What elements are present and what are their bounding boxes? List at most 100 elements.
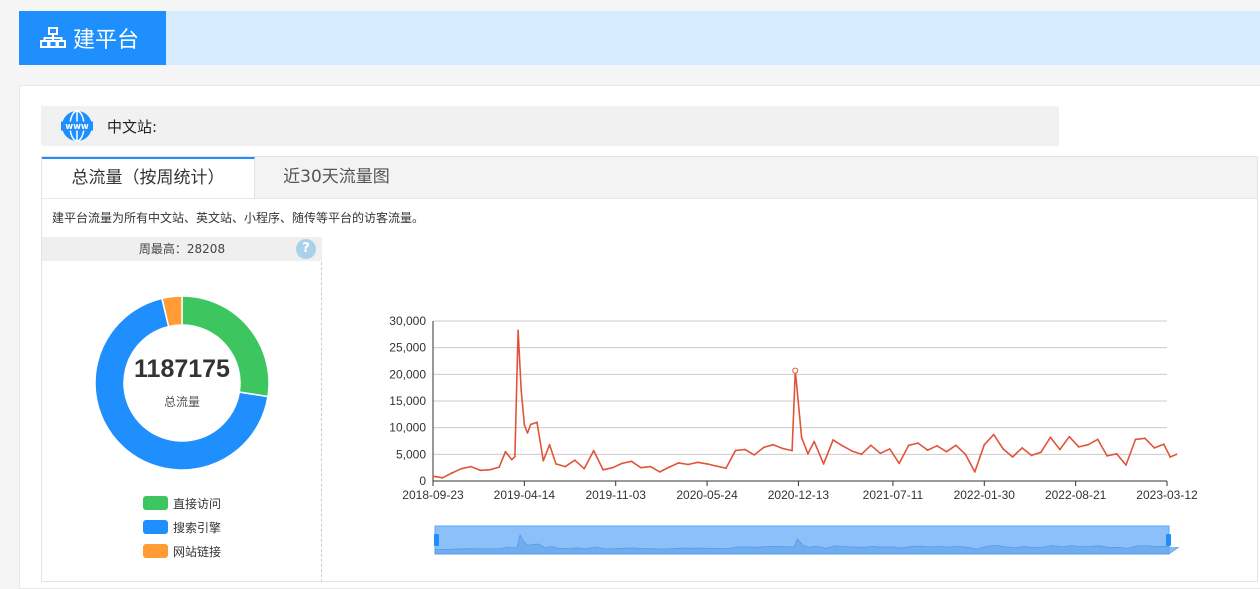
- y-tick-label: 10,000: [389, 421, 426, 435]
- data-point: [658, 471, 661, 473]
- data-point: [432, 475, 434, 478]
- data-point: [1115, 452, 1118, 455]
- data-point: [554, 463, 557, 465]
- data-point: [687, 463, 690, 466]
- data-point: [1002, 448, 1005, 450]
- data-point: [640, 466, 642, 469]
- brand-title[interactable]: 建平台: [19, 11, 166, 65]
- data-point: [907, 444, 910, 447]
- data-point: [542, 459, 545, 462]
- data-point: [488, 468, 491, 471]
- data-point: [1096, 438, 1099, 441]
- data-point: [917, 442, 920, 445]
- data-point: [860, 453, 863, 456]
- data-point: [1011, 456, 1014, 458]
- data-point: [1106, 455, 1109, 457]
- data-point: [888, 448, 891, 450]
- data-point: [734, 449, 737, 452]
- data-point: [517, 329, 519, 332]
- y-tick-label: 30,000: [389, 314, 426, 328]
- data-point: [564, 465, 567, 468]
- y-tick-label: 15,000: [389, 394, 426, 408]
- data-point: [706, 463, 708, 465]
- y-tick-label: 5,000: [396, 447, 426, 461]
- x-tick-label: 2020-05-24: [676, 488, 738, 502]
- data-point: [1040, 451, 1042, 454]
- data-point: [526, 432, 529, 434]
- site-label: 中文站:: [107, 117, 158, 136]
- data-point: [649, 465, 652, 468]
- data-point: [955, 444, 957, 447]
- data-point: [548, 443, 551, 446]
- x-tick-label: 2022-01-30: [954, 488, 1016, 502]
- tab-total-traffic[interactable]: 总流量（按周统计）: [42, 157, 255, 199]
- site-header: www 中文站:: [41, 106, 1059, 146]
- data-point: [1169, 456, 1172, 458]
- svg-text:www: www: [65, 122, 89, 132]
- data-point: [791, 449, 794, 452]
- data-point: [1030, 454, 1033, 457]
- zoom-handle-left[interactable]: [434, 534, 439, 546]
- data-point: [668, 466, 671, 469]
- x-tick-label: 2020-12-13: [768, 488, 830, 502]
- data-point: [936, 444, 938, 447]
- data-point: [945, 450, 948, 453]
- data-point: [479, 469, 482, 472]
- data-point: [504, 450, 507, 453]
- data-point: [992, 433, 995, 436]
- top-bar: 建平台: [19, 11, 1260, 65]
- tab-content: 建平台流量为所有中文站、英文站、小程序、随传等平台的访客流量。 周最高：2820…: [41, 198, 1258, 582]
- data-point: [1077, 445, 1080, 448]
- data-point: [1144, 437, 1146, 440]
- x-tick-label: 2022-08-21: [1045, 488, 1107, 502]
- data-point: [529, 423, 532, 426]
- data-point: [573, 459, 576, 462]
- data-point: [602, 468, 605, 471]
- data-point: [1134, 438, 1137, 441]
- data-point: [498, 466, 501, 469]
- data-point: [781, 447, 784, 450]
- data-point: [592, 449, 595, 452]
- data-point: [514, 455, 516, 458]
- x-tick-label: 2021-07-11: [863, 488, 924, 502]
- data-point: [677, 461, 680, 464]
- data-point: [1125, 464, 1127, 466]
- data-point: [973, 471, 976, 473]
- tab-30-day-traffic[interactable]: 近30天流量图: [255, 157, 418, 199]
- data-point: [743, 448, 746, 451]
- data-point: [611, 466, 614, 469]
- x-tick-label: 2019-11-03: [585, 488, 646, 502]
- sitemap-icon: [40, 27, 66, 48]
- data-point: [983, 443, 986, 446]
- data-point: [800, 436, 803, 439]
- traffic-line-chart: 30,000 25,000 20,000 15,000 10,000 5,000 02018…: [389, 314, 1198, 555]
- data-point: [523, 424, 526, 426]
- y-tick-label: 0: [419, 474, 426, 488]
- data-point: [879, 452, 882, 455]
- x-tick-label: 2023-03-12: [1136, 488, 1198, 502]
- series-line: [432, 329, 1177, 479]
- y-tick-label: 25,000: [389, 341, 426, 355]
- tab-bar: 总流量（按周统计） 近30天流量图: [41, 156, 1258, 199]
- data-point: [725, 467, 727, 470]
- data-point: [753, 453, 756, 456]
- data-point: [832, 439, 834, 441]
- data-point: [1068, 435, 1071, 438]
- data-point: [520, 389, 523, 392]
- data-point: [715, 465, 718, 467]
- data-point: [1175, 453, 1178, 456]
- zoom-handle-right[interactable]: [1166, 534, 1171, 546]
- data-point: [926, 449, 929, 451]
- data-point: [1058, 448, 1061, 451]
- data-point: [1153, 447, 1156, 449]
- highlight-point: [792, 367, 799, 374]
- data-point: [1049, 436, 1052, 439]
- data-point: [451, 472, 453, 474]
- data-point: [898, 462, 901, 465]
- data-point: [536, 421, 538, 424]
- y-tick-label: 20,000: [389, 367, 426, 381]
- data-point: [1162, 443, 1165, 446]
- data-point: [441, 476, 444, 479]
- data-point: [469, 465, 472, 468]
- data-point: [762, 446, 765, 449]
